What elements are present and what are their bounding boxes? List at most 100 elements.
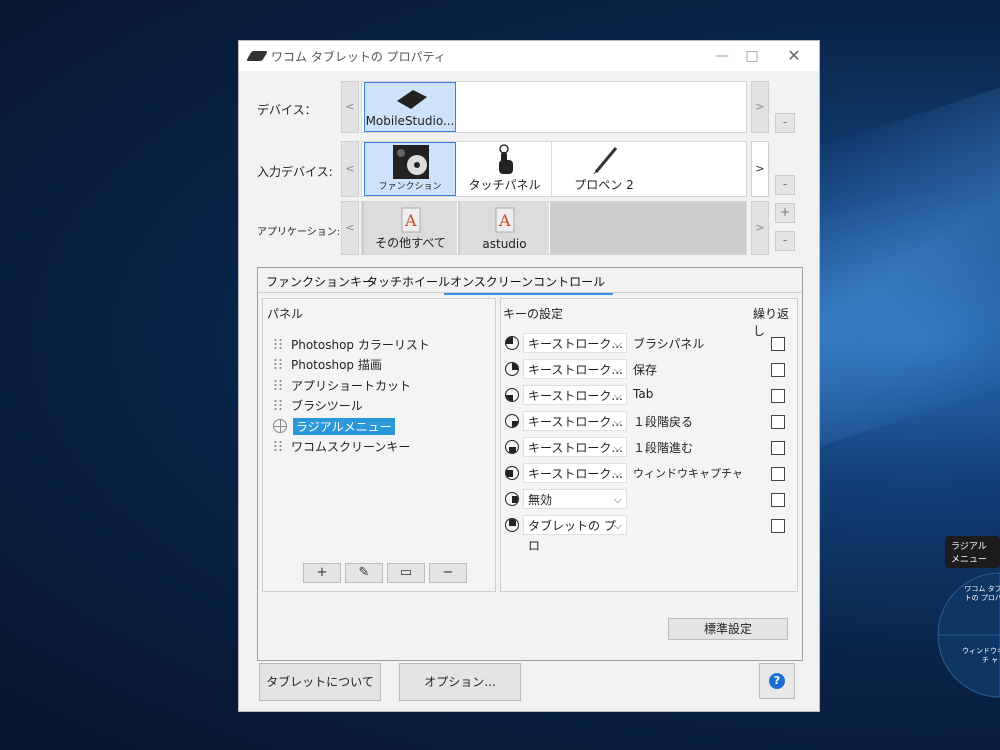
input-scroll-right[interactable]: >: [751, 141, 769, 197]
panel-item-label: アプリショートカット: [291, 378, 412, 393]
tab-bar: ファンクションキー タッチホイール オンスクリーンコントロール: [258, 268, 802, 295]
add-panel-button[interactable]: +: [303, 563, 341, 583]
chevron-down-icon: ⌵: [613, 493, 622, 506]
repeat-checkbox[interactable]: [771, 415, 785, 429]
panel-header: パネル: [267, 307, 304, 321]
action-select-value: キーストローク...: [528, 363, 623, 377]
action-select[interactable]: タブレットの プロ ⌵: [523, 515, 627, 553]
remove-input-button[interactable]: -: [775, 175, 795, 195]
key-assignment-label: ウィンドウキャプチャ: [633, 467, 743, 480]
radial-segment-label[interactable]: ウィンドウキャプチ ャ: [960, 647, 1000, 665]
key-assignment-label: Tab: [633, 387, 654, 401]
action-select[interactable]: キーストローク... ⌵: [523, 359, 627, 379]
duplicate-panel-button[interactable]: ▭: [387, 563, 425, 583]
panel-item[interactable]: Photoshop 描画: [273, 355, 382, 373]
action-select-value: タブレットの プロ: [528, 519, 616, 553]
help-button[interactable]: ?: [759, 663, 795, 699]
input-tile-label: ファンクション: [378, 182, 442, 192]
drag-grip-icon[interactable]: [273, 358, 283, 370]
input-tile-label: タッチパネル: [468, 178, 541, 192]
tab-function-keys[interactable]: ファンクションキー: [266, 273, 374, 290]
repeat-checkbox[interactable]: [771, 389, 785, 403]
device-tile-label: MobileStudio...: [365, 114, 455, 128]
add-application-button[interactable]: +: [775, 203, 795, 223]
key-row: タブレットの プロ ⌵: [505, 515, 793, 553]
action-select-value: キーストローク...: [528, 389, 623, 403]
input-tile-touch[interactable]: タッチパネル: [458, 142, 552, 196]
key-assignment-label: 保存: [633, 363, 658, 377]
direction-right-icon: [505, 362, 519, 376]
key-row: キーストローク... ⌵ １段階戻る: [505, 411, 793, 433]
panel-item-label: ワコムスクリーンキー: [291, 439, 411, 454]
desktop-wallpaper-glow: [800, 87, 1000, 453]
application-tile-all[interactable]: A その他すべて: [364, 202, 458, 254]
action-select[interactable]: 無効 ⌵: [523, 489, 627, 509]
title-bar: ワコム タブレットの プロパティ — □ ✕: [239, 41, 819, 71]
input-tile-function[interactable]: ファンクション: [364, 142, 456, 196]
tab-touch-wheel[interactable]: タッチホイール: [366, 273, 450, 290]
repeat-checkbox[interactable]: [771, 467, 785, 481]
device-scroll-right[interactable]: >: [751, 81, 769, 133]
touch-hand-icon: [499, 144, 513, 174]
function-icon: [393, 145, 429, 179]
key-row: キーストローク... ⌵ 保存: [505, 359, 793, 381]
close-button[interactable]: ✕: [779, 44, 809, 68]
panel-item[interactable]: ワコムスクリーンキー: [273, 437, 410, 455]
repeat-checkbox[interactable]: [771, 519, 785, 533]
drag-grip-icon[interactable]: [273, 338, 283, 350]
action-select[interactable]: キーストローク... ⌵: [523, 463, 627, 483]
about-tablet-button[interactable]: タブレットについて: [259, 663, 381, 701]
chevron-down-icon: ⌵: [613, 389, 622, 402]
action-select[interactable]: キーストローク... ⌵: [523, 385, 627, 405]
remove-application-button[interactable]: -: [775, 231, 795, 251]
options-button[interactable]: オプション...: [399, 663, 521, 701]
panel-item-label: Photoshop 描画: [291, 357, 382, 372]
drag-grip-icon[interactable]: [273, 399, 283, 411]
repeat-checkbox[interactable]: [771, 363, 785, 377]
chevron-down-icon: ⌵: [613, 337, 622, 350]
panel-item-label: ブラシツール: [291, 398, 363, 413]
radial-segment-label[interactable]: ワコム タブレッ トの プロパティ: [960, 585, 1000, 603]
svg-text:A: A: [404, 211, 417, 230]
direction-down-icon: [505, 492, 519, 506]
device-strip: MobileStudio...: [361, 81, 747, 133]
remove-device-button[interactable]: -: [775, 113, 795, 133]
repeat-checkbox[interactable]: [771, 493, 785, 507]
direction-down-icon: [505, 388, 519, 402]
drag-grip-icon[interactable]: [273, 440, 283, 452]
tab-onscreen-control[interactable]: オンスクリーンコントロール: [444, 273, 614, 295]
application-tile-label: astudio: [482, 237, 527, 251]
device-row-label: デバイス：: [257, 103, 317, 117]
default-settings-button[interactable]: 標準設定: [668, 618, 788, 640]
minimize-button[interactable]: —: [707, 44, 737, 68]
maximize-button[interactable]: □: [737, 44, 767, 68]
application-scroll-right[interactable]: >: [751, 201, 769, 255]
repeat-checkbox[interactable]: [771, 441, 785, 455]
action-select-value: キーストローク...: [528, 415, 623, 429]
device-scroll-left[interactable]: <: [341, 81, 359, 133]
application-tile-astudio[interactable]: A astudio: [460, 202, 550, 254]
panel-item-label: ラジアルメニュー: [293, 417, 395, 435]
panel-item-label: Photoshop カラーリスト: [291, 337, 430, 352]
action-select[interactable]: キーストローク... ⌵: [523, 333, 627, 353]
chevron-down-icon: ⌵: [613, 467, 622, 480]
key-row: キーストローク... ⌵ Tab: [505, 385, 793, 407]
panel-item[interactable]: アプリショートカット: [273, 376, 411, 394]
panel-item[interactable]: ブラシツール: [273, 396, 363, 414]
application-scroll-left[interactable]: <: [341, 201, 359, 255]
input-scroll-left[interactable]: <: [341, 141, 359, 197]
action-select[interactable]: キーストローク... ⌵: [523, 411, 627, 431]
direction-right-icon: [505, 466, 519, 480]
repeat-checkbox[interactable]: [771, 337, 785, 351]
device-tile-mobilestudio[interactable]: MobileStudio...: [364, 82, 456, 132]
panel-item-selected[interactable]: ラジアルメニュー: [273, 417, 395, 435]
direction-left-icon: [505, 414, 519, 428]
remove-panel-button[interactable]: −: [429, 563, 467, 583]
edit-panel-button[interactable]: ✎: [345, 563, 383, 583]
drag-grip-icon[interactable]: [273, 379, 283, 391]
action-select[interactable]: キーストローク... ⌵: [523, 437, 627, 457]
input-tile-pen[interactable]: プロペン 2: [554, 142, 654, 196]
app-astudio-icon: A: [495, 207, 515, 233]
key-settings-pane: キーの設定 繰り返し キーストローク... ⌵ ブラシパネル キーストローク...…: [500, 298, 798, 592]
panel-item[interactable]: Photoshop カラーリスト: [273, 335, 430, 353]
